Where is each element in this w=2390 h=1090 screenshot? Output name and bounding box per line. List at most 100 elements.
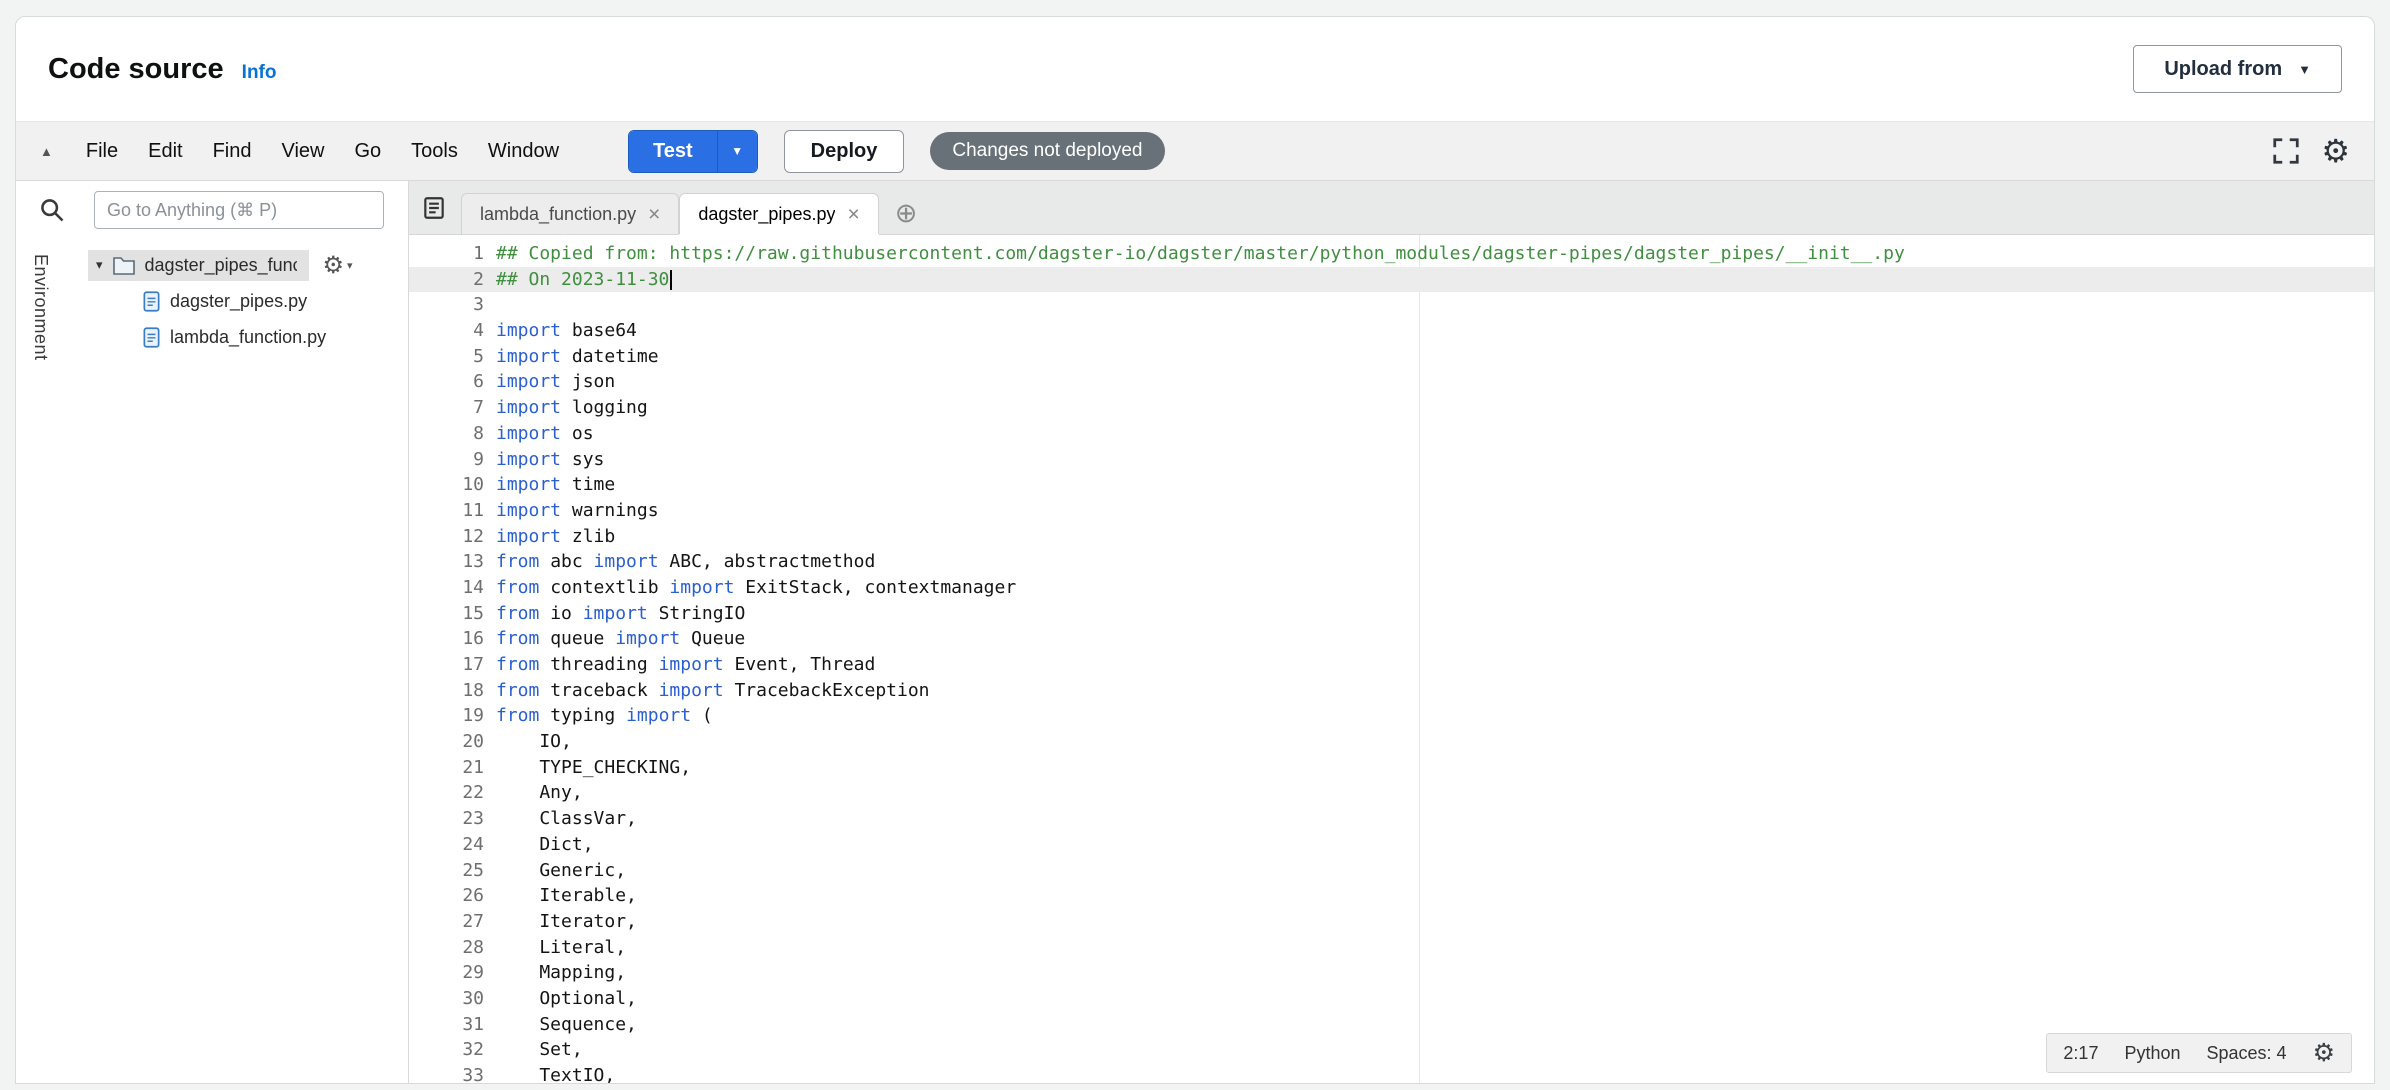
line-number[interactable]: 11 (409, 498, 484, 524)
line-number[interactable]: 2 (409, 267, 484, 293)
tab-close-icon[interactable]: × (847, 204, 859, 225)
line-number[interactable]: 32 (409, 1037, 484, 1063)
line-number[interactable]: 10 (409, 472, 484, 498)
code-line-25[interactable]: 25 Generic, (409, 858, 2374, 884)
tab-lambda_function-py[interactable]: lambda_function.py× (461, 193, 679, 234)
tab-list-icon[interactable] (421, 195, 447, 221)
line-number[interactable]: 23 (409, 806, 484, 832)
code-line-28[interactable]: 28 Literal, (409, 935, 2374, 961)
python-file-icon (143, 327, 160, 348)
code-line-8[interactable]: 8import os (409, 421, 2374, 447)
code-line-15[interactable]: 15from io import StringIO (409, 601, 2374, 627)
code-line-1[interactable]: 1## Copied from: https://raw.githubuserc… (409, 241, 2374, 267)
code-line-7[interactable]: 7import logging (409, 395, 2374, 421)
code-line-21[interactable]: 21 TYPE_CHECKING, (409, 755, 2374, 781)
menu-item-file[interactable]: File (71, 140, 133, 163)
code-line-27[interactable]: 27 Iterator, (409, 909, 2374, 935)
collapse-editor-icon[interactable]: ▲ (40, 144, 53, 159)
code-line-12[interactable]: 12import zlib (409, 524, 2374, 550)
statusbar-gear-icon[interactable]: ⚙ (2313, 1041, 2335, 1066)
code-line-26[interactable]: 26 Iterable, (409, 883, 2374, 909)
tree-file-dagster_pipes.py[interactable]: dagster_pipes.py (16, 283, 408, 319)
code-line-6[interactable]: 6import json (409, 369, 2374, 395)
tree-folder-selection[interactable]: ▾ dagster_pipes_function (88, 250, 309, 281)
cursor-position[interactable]: 2:17 (2063, 1043, 2098, 1064)
line-number[interactable]: 4 (409, 318, 484, 344)
tree-settings-icon[interactable]: ⚙▾ (323, 251, 353, 280)
tab-dagster_pipes-py[interactable]: dagster_pipes.py× (679, 193, 878, 234)
upload-from-button[interactable]: Upload from ▼ (2133, 45, 2342, 93)
line-number[interactable]: 14 (409, 575, 484, 601)
line-number[interactable]: 18 (409, 678, 484, 704)
code-line-29[interactable]: 29 Mapping, (409, 960, 2374, 986)
line-number[interactable]: 33 (409, 1063, 484, 1083)
line-number[interactable]: 22 (409, 780, 484, 806)
code-editor[interactable]: 1## Copied from: https://raw.githubuserc… (409, 235, 2374, 1083)
line-number[interactable]: 7 (409, 395, 484, 421)
line-number[interactable]: 15 (409, 601, 484, 627)
line-number[interactable]: 27 (409, 909, 484, 935)
line-number[interactable]: 20 (409, 729, 484, 755)
code-line-23[interactable]: 23 ClassVar, (409, 806, 2374, 832)
line-number[interactable]: 16 (409, 626, 484, 652)
line-number[interactable]: 3 (409, 292, 484, 318)
code-line-5[interactable]: 5import datetime (409, 344, 2374, 370)
code-line-16[interactable]: 16from queue import Queue (409, 626, 2374, 652)
line-number[interactable]: 29 (409, 960, 484, 986)
goto-anything-input[interactable] (94, 191, 384, 229)
menu-item-window[interactable]: Window (473, 140, 574, 163)
code-line-11[interactable]: 11import warnings (409, 498, 2374, 524)
language-mode[interactable]: Python (2124, 1043, 2180, 1064)
menu-item-find[interactable]: Find (198, 140, 267, 163)
code-lines: 1## Copied from: https://raw.githubuserc… (409, 241, 2374, 1083)
line-number[interactable]: 6 (409, 369, 484, 395)
code-line-22[interactable]: 22 Any, (409, 780, 2374, 806)
caret-expanded-icon[interactable]: ▾ (96, 257, 103, 273)
line-number[interactable]: 21 (409, 755, 484, 781)
code-line-17[interactable]: 17from threading import Event, Thread (409, 652, 2374, 678)
test-button[interactable]: Test (629, 131, 717, 172)
line-number[interactable]: 30 (409, 986, 484, 1012)
line-number[interactable]: 1 (409, 241, 484, 267)
fullscreen-icon[interactable] (2271, 136, 2301, 166)
line-number[interactable]: 13 (409, 549, 484, 575)
line-number[interactable]: 19 (409, 703, 484, 729)
line-number[interactable]: 12 (409, 524, 484, 550)
line-number[interactable]: 24 (409, 832, 484, 858)
code-line-18[interactable]: 18from traceback import TracebackExcepti… (409, 678, 2374, 704)
line-number[interactable]: 31 (409, 1012, 484, 1038)
tree-folder-row[interactable]: ▾ dagster_pipes_function ⚙▾ (16, 247, 408, 283)
menu-item-view[interactable]: View (266, 140, 339, 163)
settings-gear-icon[interactable]: ⚙ (2321, 135, 2350, 167)
code-line-3[interactable]: 3 (409, 292, 2374, 318)
code-line-9[interactable]: 9import sys (409, 447, 2374, 473)
code-line-10[interactable]: 10import time (409, 472, 2374, 498)
indent-setting[interactable]: Spaces: 4 (2207, 1043, 2287, 1064)
code-line-14[interactable]: 14from contextlib import ExitStack, cont… (409, 575, 2374, 601)
info-link[interactable]: Info (242, 62, 277, 84)
code-line-20[interactable]: 20 IO, (409, 729, 2374, 755)
test-options-button[interactable]: ▼ (717, 131, 757, 172)
line-number[interactable]: 17 (409, 652, 484, 678)
tab-close-icon[interactable]: × (648, 204, 660, 225)
code-line-4[interactable]: 4import base64 (409, 318, 2374, 344)
code-line-2[interactable]: 2## On 2023-11-30 (409, 267, 2374, 293)
menu-item-go[interactable]: Go (339, 140, 396, 163)
menu-item-tools[interactable]: Tools (396, 140, 473, 163)
line-number[interactable]: 28 (409, 935, 484, 961)
line-number[interactable]: 9 (409, 447, 484, 473)
line-content: Dict, (484, 832, 594, 858)
code-line-24[interactable]: 24 Dict, (409, 832, 2374, 858)
deploy-button[interactable]: Deploy (784, 130, 905, 173)
search-icon[interactable] (38, 196, 66, 224)
code-line-13[interactable]: 13from abc import ABC, abstractmethod (409, 549, 2374, 575)
code-line-19[interactable]: 19from typing import ( (409, 703, 2374, 729)
menu-item-edit[interactable]: Edit (133, 140, 197, 163)
line-number[interactable]: 26 (409, 883, 484, 909)
line-number[interactable]: 8 (409, 421, 484, 447)
new-tab-icon[interactable]: ⊕ (895, 200, 918, 227)
line-number[interactable]: 25 (409, 858, 484, 884)
code-line-30[interactable]: 30 Optional, (409, 986, 2374, 1012)
tree-file-lambda_function.py[interactable]: lambda_function.py (16, 319, 408, 355)
line-number[interactable]: 5 (409, 344, 484, 370)
